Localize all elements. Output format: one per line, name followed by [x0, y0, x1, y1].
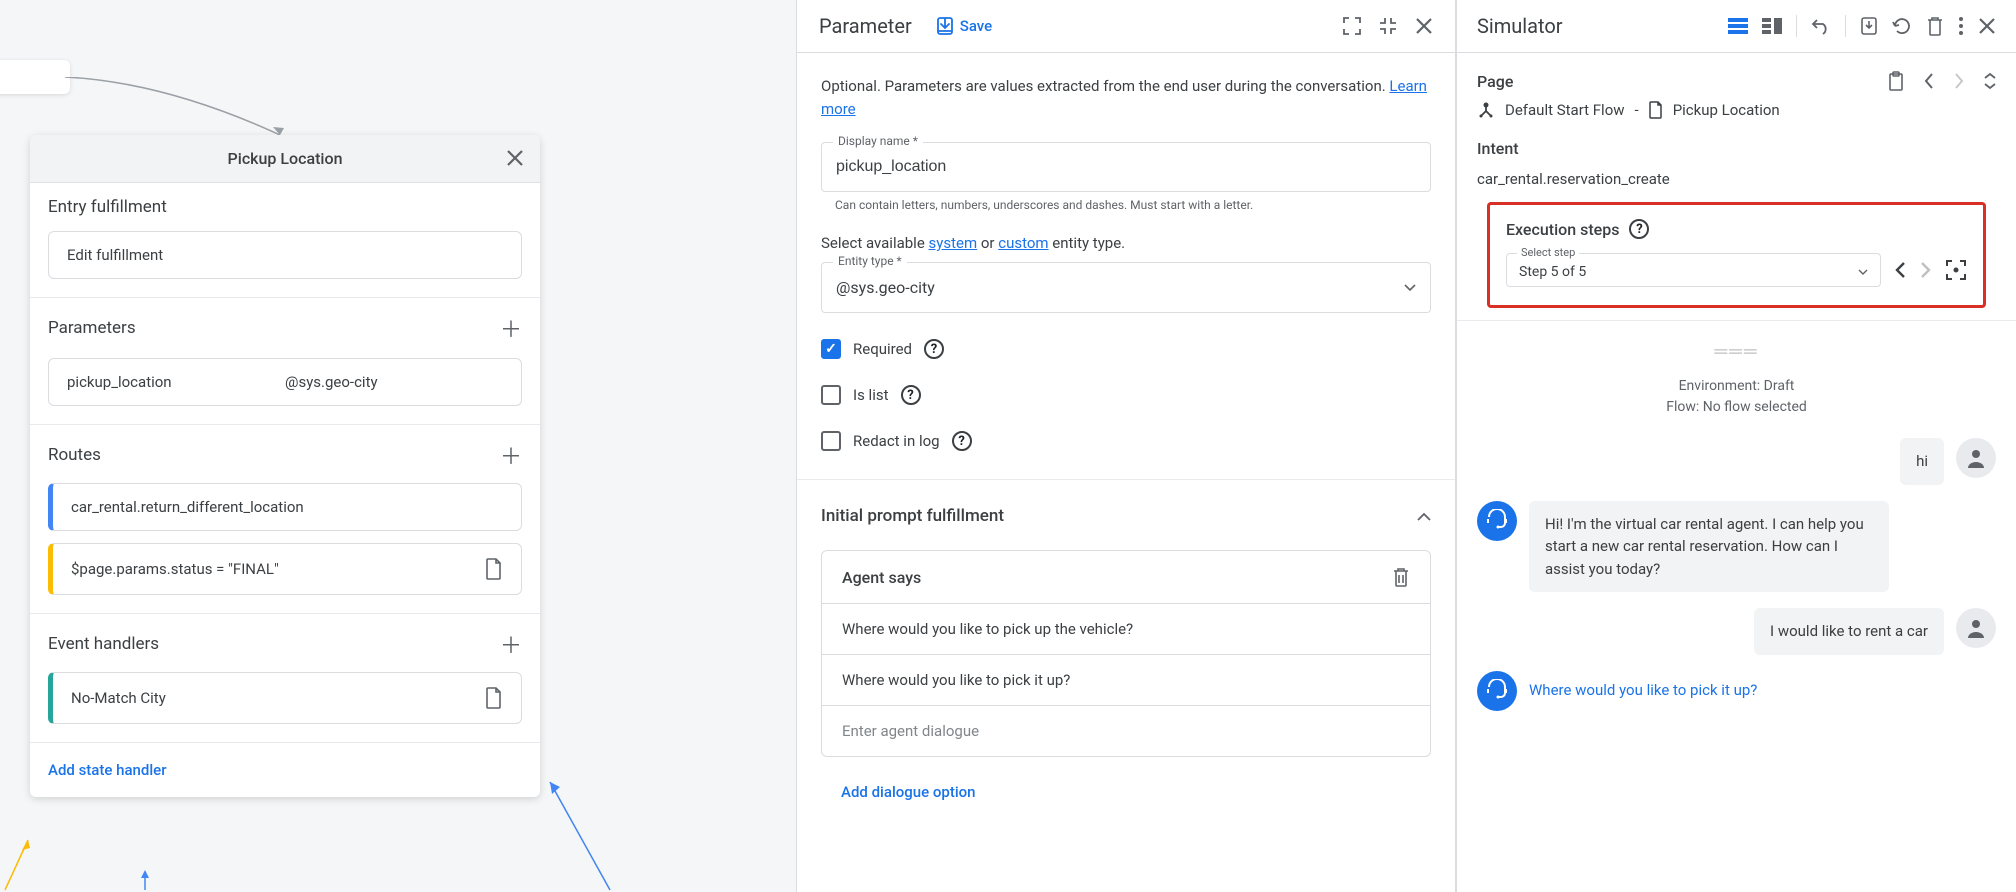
- chat-area: ═══ Environment: Draft Flow: No flow sel…: [1457, 321, 2016, 892]
- entity-type-label: Entity type *: [833, 254, 907, 268]
- initial-prompt-heading: Initial prompt fulfillment: [821, 506, 1004, 526]
- entity-type-description: Select available system or custom entity…: [821, 234, 1431, 252]
- parameter-type: @sys.geo-city: [285, 373, 503, 391]
- chevron-down-icon: [1404, 284, 1416, 292]
- close-icon[interactable]: [1415, 17, 1433, 35]
- add-dialogue-link[interactable]: Add dialogue option: [821, 757, 1431, 811]
- add-route-icon[interactable]: ＋: [500, 439, 522, 471]
- collapse-icon[interactable]: [1417, 512, 1431, 521]
- route-row[interactable]: car_rental.return_different_location: [48, 483, 522, 531]
- delete-icon[interactable]: [1392, 567, 1410, 587]
- clipboard-icon[interactable]: [1888, 71, 1904, 91]
- help-icon[interactable]: ?: [924, 339, 944, 359]
- page-heading: Page: [1477, 72, 1513, 91]
- step-next-icon: [1920, 261, 1931, 279]
- help-icon[interactable]: ?: [1629, 219, 1649, 239]
- agent-dialogue-line[interactable]: Where would you like to pick up the vehi…: [822, 603, 1430, 654]
- step-previous-icon[interactable]: [1895, 261, 1906, 279]
- simulator-panel: Simulator Page Default Star: [1456, 0, 2016, 892]
- view-mode-split-icon[interactable]: [1762, 18, 1782, 34]
- next-icon[interactable]: [1954, 73, 1964, 89]
- execution-steps-heading: Execution steps: [1506, 220, 1619, 239]
- page-icon: [1649, 101, 1663, 119]
- bot-avatar-icon: [1477, 501, 1517, 541]
- help-icon[interactable]: ?: [901, 385, 921, 405]
- save-conversation-icon[interactable]: [1860, 17, 1878, 35]
- parameter-panel: Parameter Save Optional. Parameters are …: [796, 0, 1456, 892]
- custom-entity-link[interactable]: custom: [998, 234, 1048, 252]
- exit-fullscreen-icon[interactable]: [1379, 17, 1397, 35]
- reset-icon[interactable]: [1892, 16, 1912, 36]
- simulator-title: Simulator: [1477, 14, 1563, 38]
- parameter-name: pickup_location: [67, 373, 285, 391]
- collapse-icon[interactable]: [1984, 73, 1996, 89]
- intent-value: car_rental.reservation_create: [1477, 170, 1996, 188]
- parameter-row[interactable]: pickup_location @sys.geo-city: [48, 358, 522, 406]
- more-icon[interactable]: [1958, 16, 1964, 36]
- system-entity-link[interactable]: system: [929, 234, 978, 252]
- display-name-input[interactable]: [821, 142, 1431, 192]
- page-card-title: Pickup Location: [228, 149, 343, 168]
- add-event-handler-icon[interactable]: ＋: [500, 628, 522, 660]
- event-handlers-heading: Event handlers: [48, 634, 159, 654]
- close-icon[interactable]: [1978, 17, 1996, 35]
- step-select[interactable]: Select step Step 5 of 5: [1506, 253, 1881, 287]
- entry-fulfillment-heading: Entry fulfillment: [48, 197, 522, 217]
- redact-label: Redact in log: [853, 432, 940, 450]
- chevron-down-icon: [1858, 269, 1868, 275]
- view-mode-stacked-icon[interactable]: [1728, 18, 1748, 34]
- previous-icon[interactable]: [1924, 73, 1934, 89]
- close-icon[interactable]: [506, 149, 524, 167]
- display-name-hint: Can contain letters, numbers, underscore…: [821, 198, 1431, 212]
- intent-heading: Intent: [1477, 139, 1996, 158]
- is-list-checkbox[interactable]: [821, 385, 841, 405]
- drag-handle-icon[interactable]: ═══: [1477, 341, 1996, 362]
- route-row[interactable]: $page.params.status = "FINAL": [48, 543, 522, 595]
- user-message: hi: [1900, 438, 1944, 485]
- panel-title: Parameter: [819, 14, 912, 38]
- user-avatar-icon: [1956, 438, 1996, 478]
- breadcrumb: Default Start Flow - Pickup Location: [1477, 101, 1996, 119]
- display-name-label: Display name *: [833, 134, 923, 148]
- delete-icon[interactable]: [1926, 16, 1944, 36]
- edit-fulfillment-button[interactable]: Edit fulfillment: [48, 231, 522, 279]
- fullscreen-icon[interactable]: [1343, 17, 1361, 35]
- undo-icon[interactable]: [1811, 17, 1831, 35]
- bot-avatar-icon: [1477, 671, 1517, 711]
- routes-heading: Routes: [48, 445, 101, 465]
- parameter-description: Optional. Parameters are values extracte…: [821, 75, 1431, 120]
- execution-steps-section: Execution steps ? Select step Step 5 of …: [1487, 202, 1986, 308]
- help-icon[interactable]: ?: [952, 431, 972, 451]
- agent-dialogue-input[interactable]: Enter agent dialogue: [822, 705, 1430, 756]
- entity-type-select[interactable]: @sys.geo-city: [821, 262, 1431, 313]
- agent-dialogue-line[interactable]: Where would you like to pick it up?: [822, 654, 1430, 705]
- environment-info: Environment: Draft Flow: No flow selecte…: [1477, 376, 1996, 418]
- agent-says-heading: Agent says: [842, 568, 921, 587]
- page-icon: [485, 558, 503, 580]
- user-avatar-icon: [1956, 608, 1996, 648]
- bot-message-link[interactable]: Where would you like to pick it up?: [1529, 671, 1757, 710]
- save-button[interactable]: Save: [936, 17, 992, 35]
- redact-checkbox[interactable]: [821, 431, 841, 451]
- parameters-heading: Parameters: [48, 318, 136, 338]
- page-card: Pickup Location Entry fulfillment Edit f…: [30, 135, 540, 797]
- user-message: I would like to rent a car: [1754, 608, 1944, 655]
- page-icon: [485, 687, 503, 709]
- add-parameter-icon[interactable]: ＋: [500, 312, 522, 344]
- event-handler-row[interactable]: No-Match City: [48, 672, 522, 724]
- required-label: Required: [853, 340, 912, 358]
- is-list-label: Is list: [853, 386, 889, 404]
- focus-icon[interactable]: [1945, 259, 1967, 281]
- flow-icon: [1477, 101, 1495, 119]
- required-checkbox[interactable]: ✓: [821, 339, 841, 359]
- add-state-handler-link[interactable]: Add state handler: [30, 743, 540, 797]
- bot-message: Hi! I'm the virtual car rental agent. I …: [1529, 501, 1889, 593]
